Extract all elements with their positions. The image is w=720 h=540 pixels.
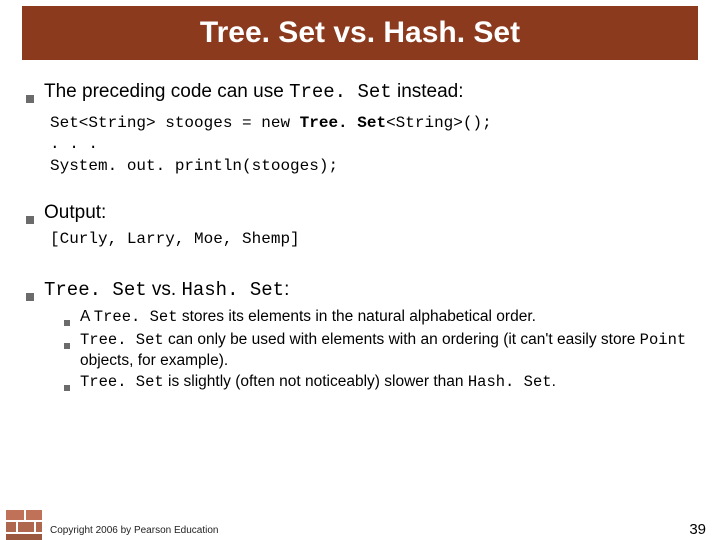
sub-bullet-1: A Tree. Set stores its elements in the n…	[64, 307, 694, 328]
bullet-1: The preceding code can use Tree. Set ins…	[26, 80, 694, 105]
text-frag: objects, for example).	[80, 352, 228, 369]
text-frag: can only be used with elements with an o…	[164, 331, 640, 348]
bullet-1-text: The preceding code can use Tree. Set ins…	[44, 80, 464, 105]
sub-bullet-3: Tree. Set is slightly (often not noticea…	[64, 372, 694, 393]
page-number: 39	[689, 521, 706, 538]
code-inline: Hash. Set	[468, 373, 552, 391]
code-text-bold: Tree. Set	[300, 114, 386, 132]
sub-text: A Tree. Set stores its elements in the n…	[80, 307, 536, 328]
code-text: Set<String> stooges = new	[50, 114, 300, 132]
output-value: [Curly, Larry, Moe, Shemp]	[50, 230, 694, 248]
sub-text: Tree. Set is slightly (often not noticea…	[80, 372, 556, 393]
text-frag: stores its elements in the natural alpha…	[178, 308, 536, 325]
bullet-2: Output:	[26, 201, 694, 226]
code-inline: Tree. Set	[44, 279, 147, 301]
square-bullet-icon	[26, 216, 34, 224]
code-text: <String>();	[386, 114, 492, 132]
code-inline: Tree. Set	[94, 308, 178, 326]
text-frag: A	[80, 308, 94, 325]
slide-title: Tree. Set vs. Hash. Set	[200, 16, 520, 50]
title-bar: Tree. Set vs. Hash. Set	[22, 6, 698, 60]
sub-bullet-2: Tree. Set can only be used with elements…	[64, 330, 694, 371]
square-bullet-icon	[64, 385, 70, 391]
text-frag: :	[284, 279, 289, 300]
text-frag: .	[552, 373, 556, 390]
code-inline: Tree. Set	[289, 81, 392, 103]
square-bullet-icon	[26, 95, 34, 103]
slide-content: The preceding code can use Tree. Set ins…	[0, 60, 720, 393]
code-text: System. out. println(stooges);	[50, 157, 338, 175]
text-frag: The preceding code can use	[44, 81, 289, 102]
bullet-2-text: Output:	[44, 201, 106, 226]
code-text: . . .	[50, 135, 98, 153]
code-inline: Tree. Set	[80, 373, 164, 391]
brick-icon	[6, 510, 42, 540]
text-frag: is slightly (often not noticeably) slowe…	[164, 373, 468, 390]
square-bullet-icon	[64, 320, 70, 326]
copyright-text: Copyright 2006 by Pearson Education	[50, 525, 218, 536]
sub-list: A Tree. Set stores its elements in the n…	[64, 307, 694, 393]
code-block: Set<String> stooges = new Tree. Set<Stri…	[50, 113, 694, 178]
bullet-3: Tree. Set vs. Hash. Set:	[26, 278, 694, 303]
square-bullet-icon	[26, 293, 34, 301]
code-inline: Hash. Set	[181, 279, 284, 301]
bullet-3-text: Tree. Set vs. Hash. Set:	[44, 278, 289, 303]
text-frag: instead:	[392, 81, 464, 102]
sub-text: Tree. Set can only be used with elements…	[80, 330, 694, 371]
code-inline: Tree. Set	[80, 331, 164, 349]
square-bullet-icon	[64, 343, 70, 349]
code-inline: Point	[640, 331, 687, 349]
footer: Copyright 2006 by Pearson Education 39	[0, 516, 720, 540]
text-frag: vs.	[147, 279, 182, 300]
